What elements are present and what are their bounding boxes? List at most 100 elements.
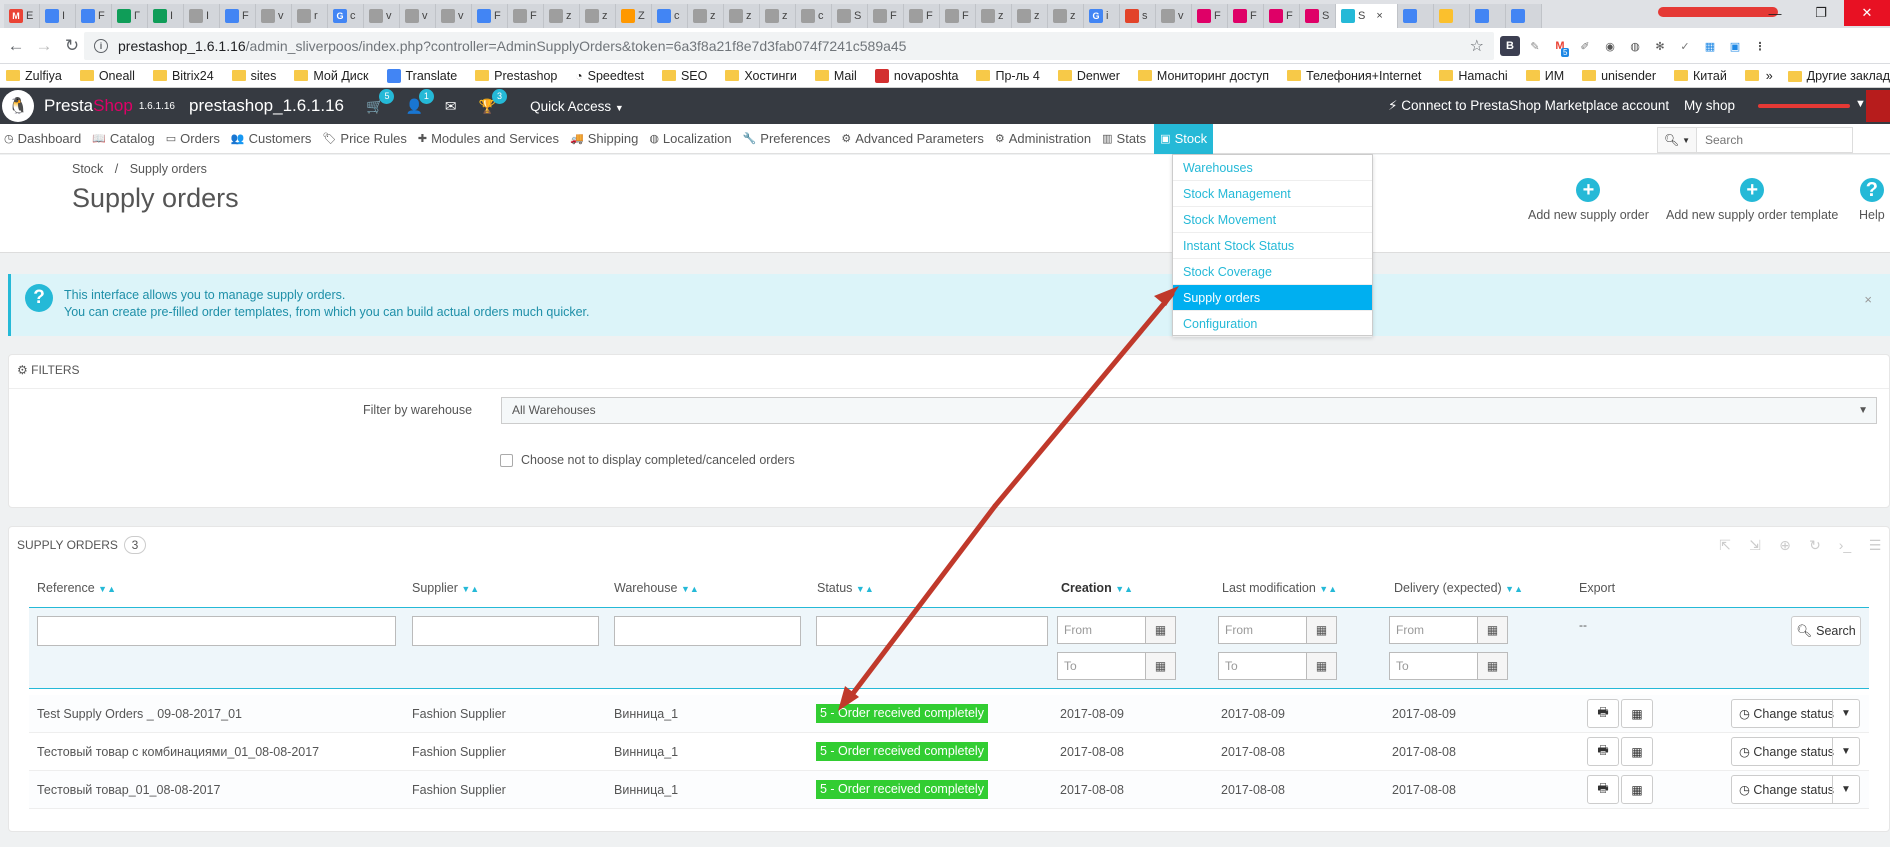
calendar-icon[interactable]: ▦ <box>1307 652 1337 680</box>
bookmarks-more-icon[interactable]: » <box>1766 69 1773 83</box>
browser-tab[interactable]: z <box>760 4 796 28</box>
other-bookmarks[interactable]: » Другие заклад <box>1759 64 1890 87</box>
browser-tab[interactable]: z <box>1048 4 1084 28</box>
col-reference[interactable]: Reference ▼▲ <box>37 581 116 595</box>
sort-icon[interactable]: ▼▲ <box>1319 584 1337 594</box>
submenu-item[interactable]: Supply orders <box>1173 285 1372 311</box>
col-warehouse[interactable]: Warehouse ▼▲ <box>614 581 699 595</box>
bookmark-item[interactable]: Мой Диск <box>294 69 369 83</box>
bookmark-item[interactable]: Мониторинг доступ <box>1137 69 1269 83</box>
menu-item-modules[interactable]: ✚ Modules and Services <box>418 131 559 146</box>
menu-item-shipping[interactable]: 🚚 Shipping <box>570 131 638 146</box>
sort-icon[interactable]: ▼▲ <box>681 584 699 594</box>
browser-tab[interactable]: v <box>400 4 436 28</box>
browser-tab[interactable]: F <box>220 4 256 28</box>
browser-tab[interactable]: I <box>184 4 220 28</box>
browser-tab[interactable] <box>1470 4 1506 28</box>
col-last-modification[interactable]: Last modification ▼▲ <box>1222 581 1337 595</box>
browser-tab[interactable]: F <box>868 4 904 28</box>
window-close-button[interactable]: ✕ <box>1844 0 1890 26</box>
menu-item-dashboard[interactable]: ◷ Dashboard <box>4 131 81 146</box>
sql-query-icon[interactable]: ›_ <box>1835 535 1855 555</box>
add-supply-order-button[interactable]: + Add new supply order <box>1528 178 1649 222</box>
export-csv-button[interactable]: ▦ <box>1621 775 1653 804</box>
supplier-filter-input[interactable] <box>412 616 599 646</box>
forward-icon[interactable]: → <box>32 34 56 58</box>
breadcrumb-stock[interactable]: Stock <box>72 162 103 176</box>
submenu-item[interactable]: Configuration <box>1173 311 1372 337</box>
bookmark-item[interactable]: Mail <box>814 69 857 83</box>
menu-item-stock[interactable]: ▣ Stock <box>1154 123 1214 154</box>
calendar-icon[interactable]: ▦ <box>1146 652 1176 680</box>
menu-item-catalog[interactable]: 📖 Catalog <box>92 131 155 146</box>
table-row[interactable]: Test Supply Orders _ 09-08-2017_01 Fashi… <box>29 695 1869 733</box>
status-filter-input[interactable] <box>816 616 1048 646</box>
browser-tab[interactable]: Gc <box>328 4 364 28</box>
bookmark-item[interactable]: Хостинги <box>725 69 797 83</box>
browser-tab[interactable]: c <box>796 4 832 28</box>
bookmark-item[interactable]: unisender <box>1582 69 1656 83</box>
table-row[interactable]: Тестовый товар_01_08-08-2017 Fashion Sup… <box>29 771 1869 809</box>
url-input[interactable]: i prestashop_1.6.1.16/admin_sliverpoos/i… <box>84 32 1494 60</box>
submenu-item[interactable]: Stock Management <box>1173 181 1372 207</box>
bookmark-item[interactable]: novaposhta <box>874 68 958 83</box>
submenu-item[interactable]: Instant Stock Status <box>1173 233 1372 259</box>
browser-tab[interactable]: z <box>976 4 1012 28</box>
menu-item-localization[interactable]: ◍ Localization <box>649 131 731 146</box>
check-icon[interactable]: ✓ <box>1675 36 1695 56</box>
calendar-icon[interactable]: ▦ <box>1307 616 1337 644</box>
calendar-icon[interactable]: ▦ <box>1478 652 1508 680</box>
connect-marketplace-link[interactable]: ⚡ Connect to PrestaShop Marketplace acco… <box>1388 98 1669 114</box>
creation-from-input[interactable]: From <box>1057 616 1146 644</box>
bookmark-item[interactable]: Hamachi <box>1439 69 1508 83</box>
import-icon[interactable]: ⇲ <box>1745 535 1765 555</box>
grid-icon[interactable]: ▦ <box>1700 36 1720 56</box>
bookmark-item[interactable]: SEO <box>661 69 707 83</box>
menu-item-customers[interactable]: 👥 Customers <box>231 131 312 146</box>
bookmark-item[interactable]: Zulfiya <box>6 69 62 83</box>
bookmark-star-icon[interactable]: ☆ <box>1470 36 1484 56</box>
delivery-to-input[interactable]: To <box>1389 652 1478 680</box>
browser-tab[interactable]: v <box>364 4 400 28</box>
browser-tab[interactable]: S <box>1300 4 1336 28</box>
search-type-dropdown[interactable]: 🔍︎ ▼ <box>1657 127 1697 153</box>
menu-dots-icon[interactable]: ⋮ <box>1750 36 1770 56</box>
export-csv-button[interactable]: ▦ <box>1621 699 1653 728</box>
delivery-from-input[interactable]: From <box>1389 616 1478 644</box>
table-row[interactable]: Тестовый товар с комбинациями_01_08-08-2… <box>29 733 1869 771</box>
export-csv-button[interactable]: ▦ <box>1621 737 1653 766</box>
browser-tab[interactable]: F <box>76 4 112 28</box>
lastmod-from-input[interactable]: From <box>1218 616 1307 644</box>
caret-down-icon[interactable]: ▼ <box>1832 700 1859 727</box>
my-shop-link[interactable]: My shop <box>1684 98 1735 113</box>
tab-close-icon[interactable]: × <box>1376 10 1382 22</box>
edit-icon[interactable]: ✐ <box>1575 36 1595 56</box>
menu-item-advanced[interactable]: ⚙ Advanced Parameters <box>841 131 984 146</box>
bookmark-item[interactable]: Translate <box>386 68 457 83</box>
browser-tab[interactable]: z <box>1012 4 1048 28</box>
browser-tab[interactable]: Gi <box>1084 4 1120 28</box>
browser-tab-active[interactable]: S × <box>1336 4 1398 28</box>
reference-filter-input[interactable] <box>37 616 396 646</box>
search-input[interactable] <box>1697 127 1853 153</box>
submenu-item[interactable]: Stock Coverage <box>1173 259 1372 285</box>
browser-tab[interactable]: z <box>544 4 580 28</box>
submenu-item[interactable]: Warehouses <box>1173 155 1372 181</box>
search-button[interactable]: 🔍︎ Search <box>1791 616 1861 646</box>
browser-tab[interactable]: F <box>1192 4 1228 28</box>
brand-name[interactable]: PrestaShop <box>44 96 133 116</box>
warehouse-select[interactable]: All Warehouses ▼ <box>501 397 1877 424</box>
sort-icon[interactable]: ▼▲ <box>1505 584 1523 594</box>
submenu-item[interactable]: Stock Movement <box>1173 207 1372 233</box>
browser-tab[interactable]: v <box>436 4 472 28</box>
back-icon[interactable]: ← <box>4 34 28 58</box>
browser-tab[interactable]: F <box>904 4 940 28</box>
change-status-button[interactable]: ◷ Change status ▼ <box>1731 775 1860 804</box>
add-new-icon[interactable]: ⊕ <box>1775 535 1795 555</box>
bookmark-item[interactable]: Телефония+Internet <box>1287 69 1421 83</box>
col-supplier[interactable]: Supplier ▼▲ <box>412 581 479 595</box>
menu-item-orders[interactable]: ▭ Orders <box>166 131 220 146</box>
bookmark-item[interactable]: ◔ Speedtest <box>575 69 644 83</box>
browser-tab[interactable]: v <box>256 4 292 28</box>
sort-icon[interactable]: ▼▲ <box>1115 584 1133 594</box>
